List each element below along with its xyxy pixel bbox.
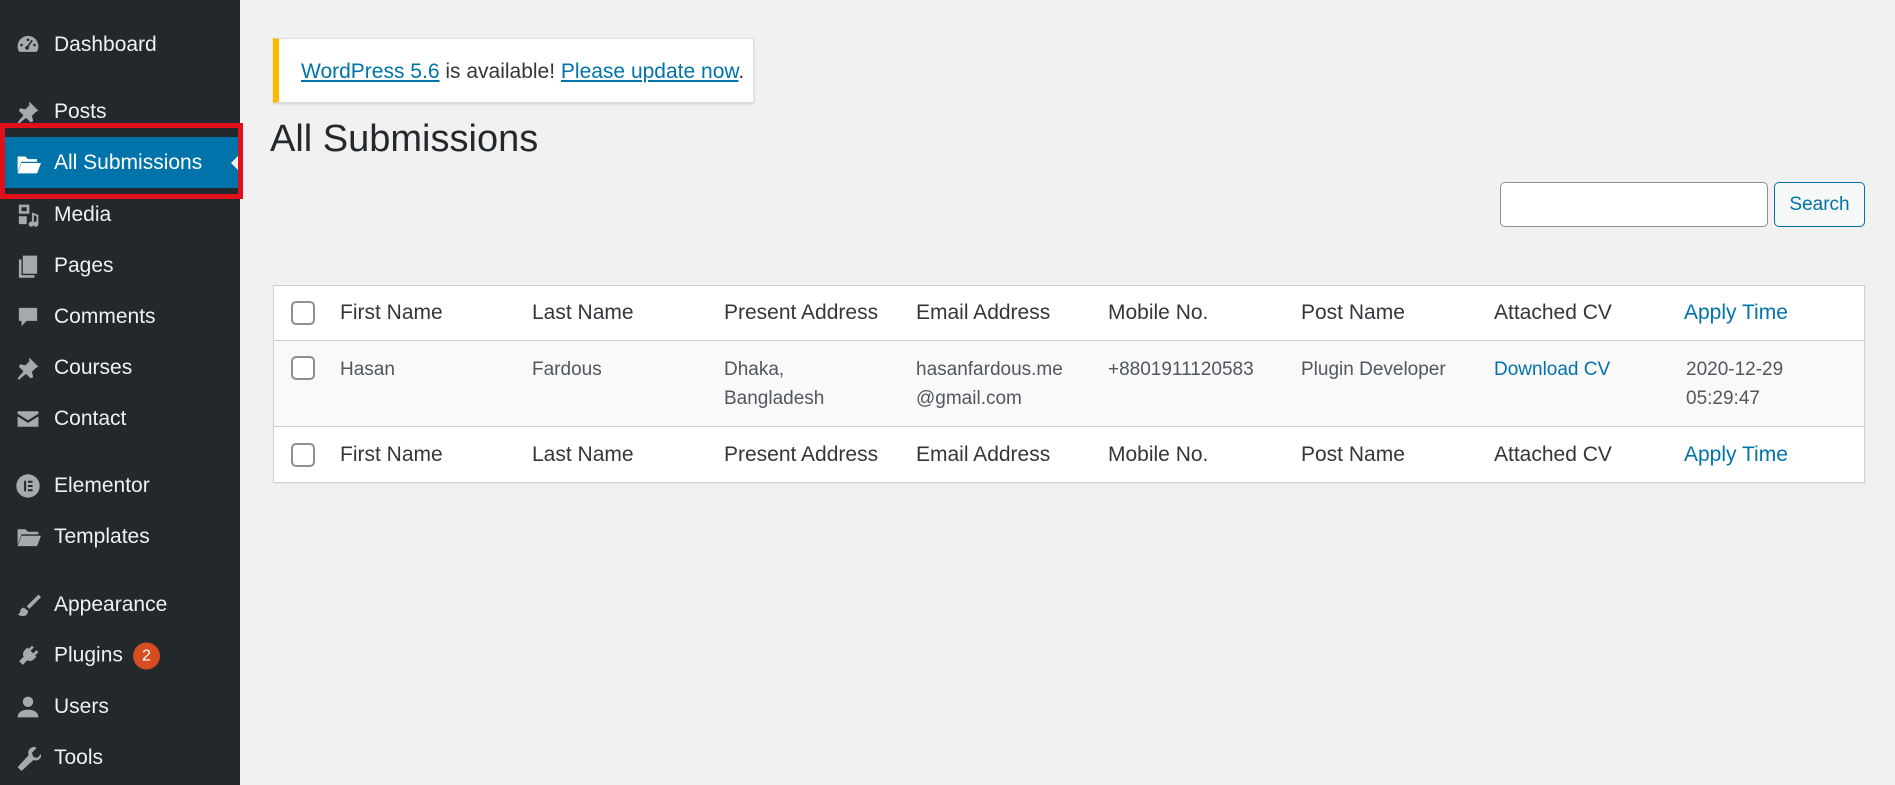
column-header-first-name[interactable]: First Name (340, 301, 443, 325)
sidebar-item-elementor[interactable]: Elementor (0, 460, 240, 511)
sidebar-item-label: Contact (54, 406, 127, 430)
sidebar-item-all-submissions[interactable]: All Submissions (0, 137, 240, 188)
column-footer-post-name[interactable]: Post Name (1301, 443, 1405, 467)
sidebar-item-courses[interactable]: Courses (0, 342, 240, 393)
column-footer-present-address[interactable]: Present Address (724, 443, 878, 467)
update-now-link[interactable]: Please update now (561, 60, 738, 83)
brush-icon (14, 591, 42, 619)
sidebar-item-posts[interactable]: Posts (0, 86, 240, 137)
sidebar-item-appearance[interactable]: Appearance (0, 579, 240, 630)
sidebar-item-tools[interactable]: Tools (0, 732, 240, 783)
pin-icon (14, 354, 42, 382)
update-count-badge: 2 (132, 642, 160, 669)
admin-sidebar: Dashboard Posts All Submissions Media Pa… (0, 0, 243, 785)
page-title: All Submissions (270, 118, 539, 160)
search-input[interactable] (1500, 182, 1768, 227)
sidebar-item-label: All Submissions (54, 150, 203, 174)
mail-icon (14, 405, 42, 433)
cell-apply-time: 2020-12-29 05:29:47 (1686, 359, 1784, 409)
column-header-present-address[interactable]: Present Address (724, 301, 878, 325)
column-header-apply-time-sort[interactable]: Apply Time (1684, 301, 1788, 325)
update-notice: WordPress 5.6 is available! Please updat… (273, 38, 754, 103)
column-header-last-name[interactable]: Last Name (532, 301, 634, 325)
folder-open-icon (14, 149, 42, 177)
sidebar-item-label: Templates (54, 524, 150, 548)
column-header-post-name[interactable]: Post Name (1301, 301, 1405, 325)
column-footer-last-name[interactable]: Last Name (532, 443, 634, 467)
dashboard-icon (14, 31, 42, 59)
sidebar-item-pages[interactable]: Pages (0, 240, 240, 291)
cell-mobile: +8801911120583 (1108, 359, 1254, 380)
notice-text: is available! (439, 60, 561, 83)
column-header-email[interactable]: Email Address (916, 301, 1050, 325)
sidebar-item-dashboard[interactable]: Dashboard (0, 19, 240, 70)
column-header-mobile[interactable]: Mobile No. (1108, 301, 1208, 325)
pin-icon (14, 98, 42, 126)
column-footer-email[interactable]: Email Address (916, 443, 1050, 467)
table-header-row: First Name Last Name Present Address Ema… (274, 286, 1864, 341)
sidebar-item-label: Courses (54, 355, 133, 379)
cell-first-name: Hasan (340, 359, 395, 380)
sidebar-item-label: Media (54, 202, 112, 226)
notice-end-text: . (738, 60, 745, 83)
sidebar-item-label: Users (54, 694, 109, 718)
column-footer-mobile[interactable]: Mobile No. (1108, 443, 1208, 467)
sidebar-item-plugins[interactable]: Plugins 2 (0, 630, 240, 681)
select-all-checkbox[interactable] (291, 301, 315, 325)
sidebar-item-contact[interactable]: Contact (0, 393, 240, 444)
column-footer-apply-time-sort[interactable]: Apply Time (1684, 443, 1788, 467)
folder-icon (14, 523, 42, 551)
column-footer-first-name[interactable]: First Name (340, 443, 443, 467)
sidebar-item-label: Tools (54, 745, 104, 769)
sidebar-item-label: Comments (54, 304, 156, 328)
cell-present-address: Dhaka, Bangladesh (724, 359, 825, 409)
column-footer-attached-cv[interactable]: Attached CV (1494, 443, 1612, 467)
sidebar-item-templates[interactable]: Templates (0, 511, 240, 562)
select-all-checkbox-footer[interactable] (291, 443, 315, 467)
row-checkbox[interactable] (291, 356, 315, 380)
plug-icon (14, 642, 42, 670)
sidebar-item-comments[interactable]: Comments (0, 291, 240, 342)
sidebar-item-label: Dashboard (54, 32, 157, 56)
wordpress-version-link[interactable]: WordPress 5.6 (301, 60, 440, 83)
sidebar-item-users[interactable]: Users (0, 681, 240, 732)
submissions-table: First Name Last Name Present Address Ema… (273, 285, 1865, 483)
sidebar-item-label: Pages (54, 253, 114, 277)
table-footer-row: First Name Last Name Present Address Ema… (274, 427, 1864, 483)
user-icon (14, 693, 42, 721)
table-row: Hasan Fardous Dhaka, Bangladesh hasanfar… (274, 341, 1864, 427)
column-header-attached-cv[interactable]: Attached CV (1494, 301, 1612, 325)
pages-icon (14, 252, 42, 280)
download-cv-link[interactable]: Download CV (1494, 355, 1610, 384)
cell-post-name: Plugin Developer (1301, 359, 1446, 380)
cell-email: hasanfardous.me@gmail.com (916, 359, 1063, 409)
sidebar-item-label: Elementor (54, 473, 150, 497)
sidebar-item-media[interactable]: Media (0, 189, 240, 240)
comment-icon (14, 303, 42, 331)
media-icon (14, 201, 42, 229)
wrench-icon (14, 744, 42, 772)
sidebar-item-label: Posts (54, 99, 107, 123)
cell-last-name: Fardous (532, 359, 602, 380)
search-button[interactable]: Search (1774, 182, 1865, 227)
sidebar-item-label: Plugins 2 (54, 642, 160, 669)
sidebar-item-label: Appearance (54, 592, 168, 616)
elementor-icon (14, 472, 42, 500)
